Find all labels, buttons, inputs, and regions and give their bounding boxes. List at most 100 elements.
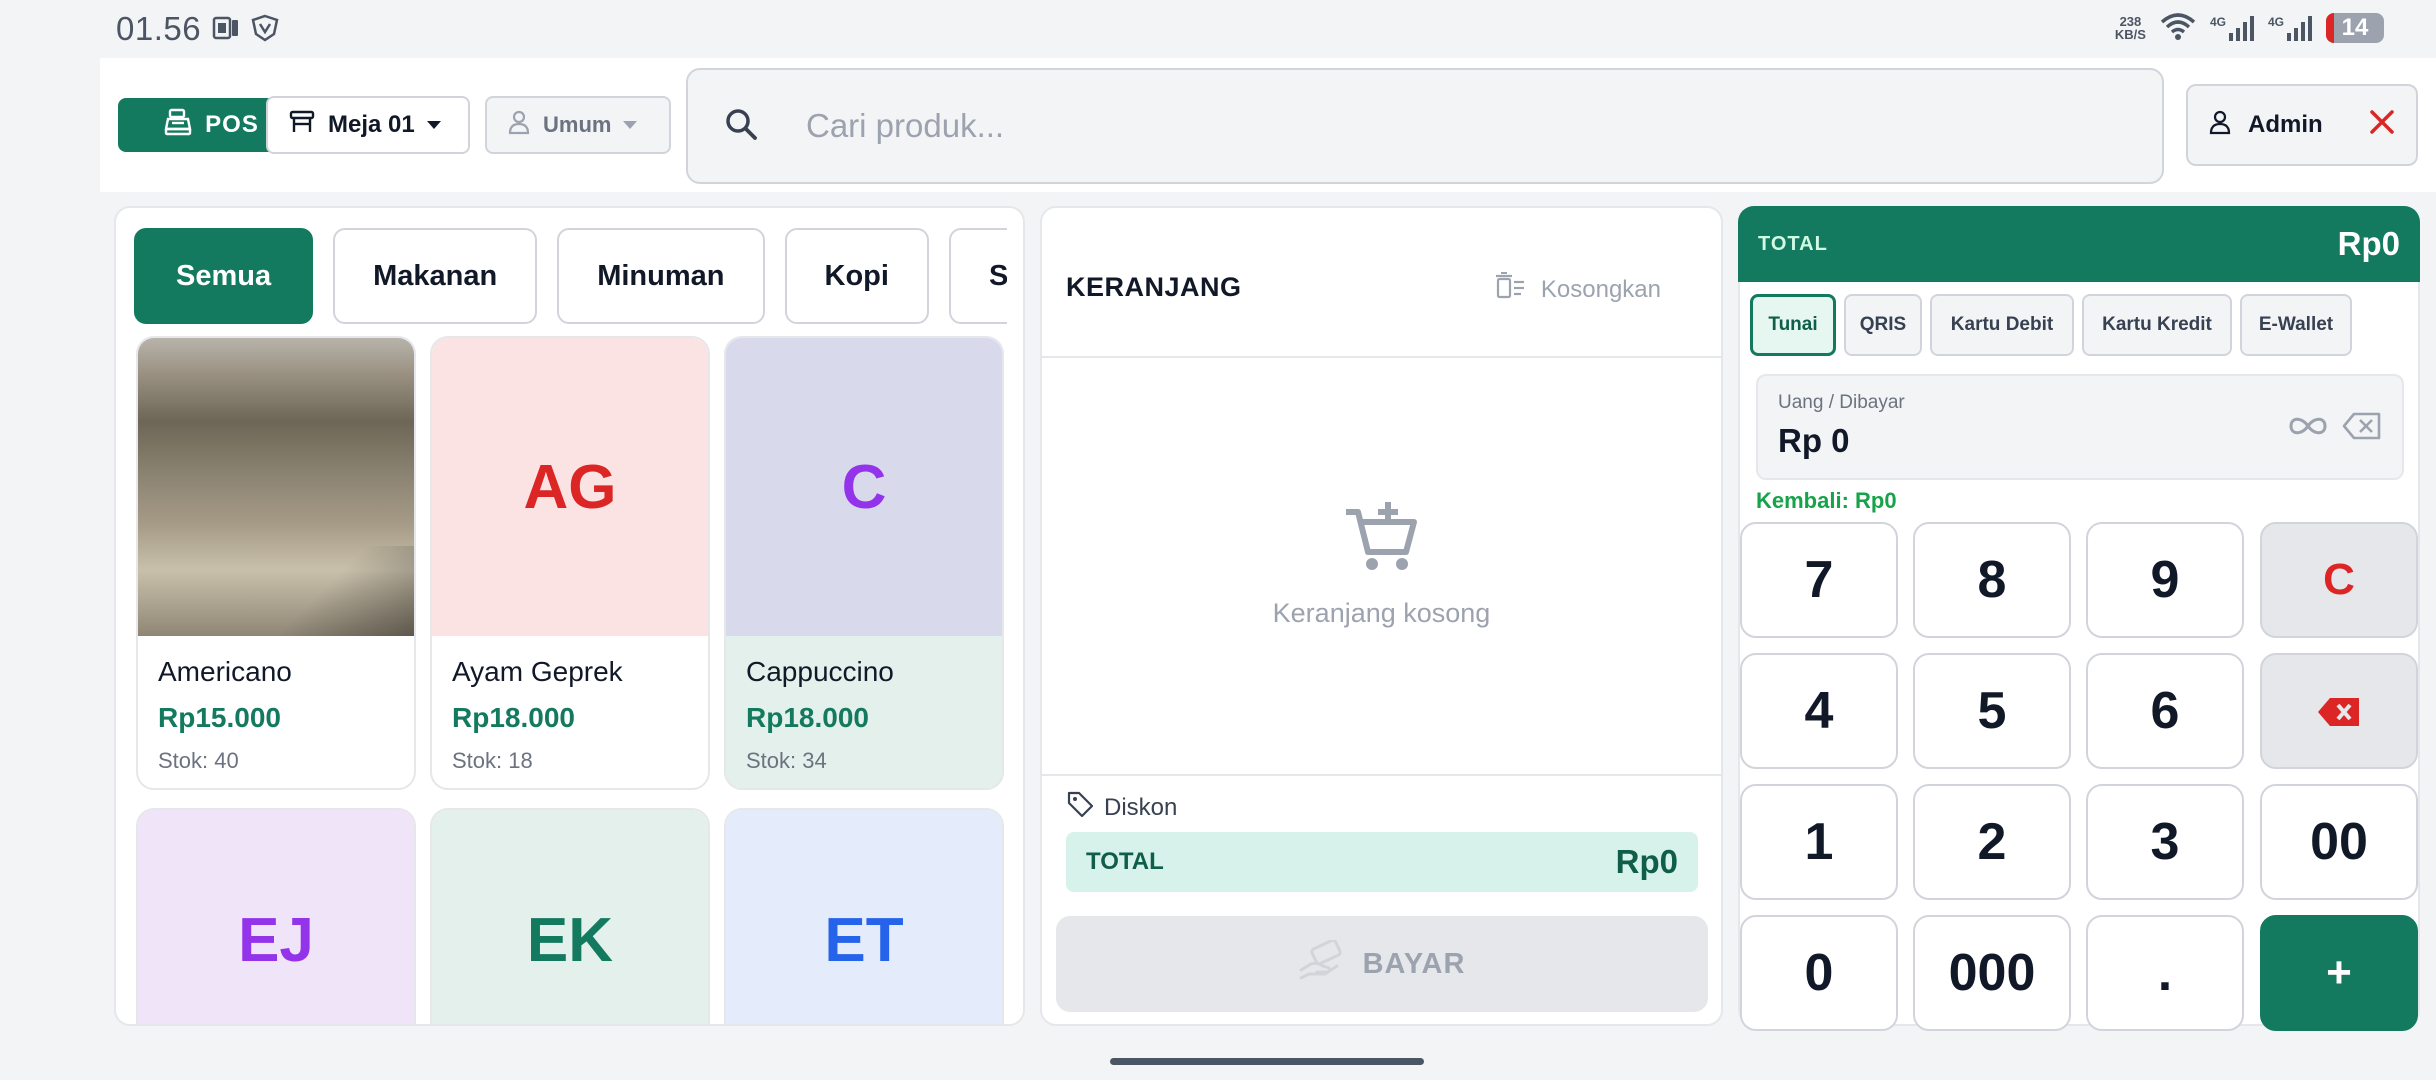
cart-total-bar: TOTAL Rp0	[1066, 832, 1698, 892]
backspace-icon[interactable]	[2342, 412, 2382, 445]
keypad-2[interactable]: 2	[1913, 784, 2071, 900]
status-time: 01.56	[116, 10, 202, 47]
top-header: POS Meja 01 Umum Admin	[100, 58, 2436, 192]
admin-label: Admin	[2248, 111, 2323, 138]
category-tab-minuman[interactable]: Minuman	[557, 228, 765, 324]
keypad-0[interactable]: 0	[1740, 915, 1898, 1031]
table-select[interactable]: Meja 01	[266, 96, 470, 154]
keypad-3[interactable]: 3	[2086, 784, 2244, 900]
add-to-cart-icon	[1042, 498, 1721, 578]
product-stock: Stok: 34	[746, 748, 827, 773]
product-card[interactable]: EJ	[136, 808, 416, 1024]
method-tunai[interactable]: Tunai	[1750, 294, 1836, 356]
table-icon	[288, 109, 316, 142]
product-initials: C	[726, 338, 1002, 636]
method-kartu-debit[interactable]: Kartu Debit	[1930, 294, 2074, 356]
home-indicator[interactable]	[1110, 1058, 1424, 1065]
products-panel: Semua Makanan Minuman Kopi Snack America…	[114, 206, 1025, 1026]
method-qris[interactable]: QRIS	[1844, 294, 1922, 356]
clear-cart-button[interactable]: Kosongkan	[1495, 272, 1661, 307]
method-e-wallet[interactable]: E-Wallet	[2240, 294, 2352, 356]
product-name: Ayam Geprek	[452, 656, 623, 687]
status-bar: 01.56 238 KB/S 4G 4G 14	[0, 0, 2436, 56]
table-label: Meja 01	[328, 111, 415, 138]
change-text: Kembali: Rp0	[1756, 488, 1897, 513]
product-stock: Stok: 18	[452, 748, 533, 773]
keypad-1[interactable]: 1	[1740, 784, 1898, 900]
keypad-8[interactable]: 8	[1913, 522, 2071, 638]
clear-cart-label: Kosongkan	[1540, 275, 1661, 303]
cash-register-icon	[163, 107, 193, 144]
clear-list-icon	[1495, 272, 1525, 307]
customer-select[interactable]: Umum	[485, 96, 671, 154]
empty-cart-state: Keranjang kosong	[1042, 498, 1721, 629]
wifi-icon	[2160, 12, 2196, 45]
product-initials: AG	[432, 338, 708, 636]
user-icon	[507, 109, 531, 141]
cell-signal-2: 4G	[2268, 15, 2312, 41]
payment-method-tabs: Tunai QRIS Kartu Debit Kartu Kredit E-Wa…	[1750, 294, 2352, 356]
product-card[interactable]: Americano Rp15.000 Stok: 40	[136, 336, 416, 790]
battery-icon: 14	[2326, 13, 2384, 43]
product-initials: EJ	[138, 810, 414, 1024]
discount-label: Diskon	[1104, 793, 1178, 821]
category-tab-semua[interactable]: Semua	[134, 228, 314, 324]
keypad-4[interactable]: 4	[1740, 653, 1898, 769]
keypad-plus[interactable]: +	[2260, 915, 2418, 1031]
keypad-clear[interactable]: C	[2260, 522, 2418, 638]
payment-total-value: Rp0	[2337, 225, 2400, 262]
pay-label: BAYAR	[1362, 947, 1466, 980]
close-icon[interactable]	[2368, 108, 2396, 143]
product-price: Rp15.000	[158, 702, 281, 733]
keypad-decimal[interactable]: .	[2086, 915, 2244, 1031]
backspace-icon	[2316, 681, 2362, 741]
product-card[interactable]: ET	[724, 808, 1004, 1024]
tag-icon	[1066, 790, 1094, 825]
pay-button[interactable]: BAYAR	[1056, 916, 1708, 1012]
admin-button[interactable]: Admin	[2186, 84, 2418, 166]
keypad-6[interactable]: 6	[2086, 653, 2244, 769]
payment-total-label: TOTAL	[1758, 232, 1828, 255]
search-input[interactable]	[806, 107, 2106, 145]
discount-button[interactable]: Diskon	[1066, 790, 1177, 825]
product-price: Rp18.000	[746, 702, 869, 733]
product-card[interactable]: EK	[430, 808, 710, 1024]
signal-bars-icon	[2228, 15, 2254, 41]
signal-bars-icon	[2287, 15, 2312, 41]
payment-total-bar: TOTAL Rp0	[1738, 206, 2420, 282]
product-card[interactable]: C Cappuccino Rp18.000 Stok: 34	[724, 336, 1004, 790]
user-icon	[2208, 109, 2232, 142]
product-stock: Stok: 40	[158, 748, 239, 773]
cell-signal-1: 4G	[2210, 15, 2254, 41]
search-bar	[686, 68, 2164, 184]
keypad-00[interactable]: 00	[2260, 784, 2418, 900]
cart-title: KERANJANG	[1066, 272, 1242, 302]
cash-input-field[interactable]: Uang / Dibayar Rp 0	[1756, 374, 2404, 480]
search-icon	[724, 107, 758, 146]
app-notification-icon	[212, 14, 240, 47]
category-tabs: Semua Makanan Minuman Kopi Snack	[134, 228, 1007, 324]
payment-panel: TOTAL Rp0 Tunai QRIS Kartu Debit Kartu K…	[1738, 206, 2420, 1031]
keypad-backspace[interactable]	[2260, 653, 2418, 769]
cart-header: KERANJANG Kosongkan	[1042, 208, 1721, 358]
keypad-9[interactable]: 9	[2086, 522, 2244, 638]
cash-value: Rp 0	[1778, 422, 1850, 459]
customer-label: Umum	[543, 112, 612, 137]
method-kartu-kredit[interactable]: Kartu Kredit	[2082, 294, 2232, 356]
product-card[interactable]: AG Ayam Geprek Rp18.000 Stok: 18	[430, 336, 710, 790]
cart-footer: Diskon TOTAL Rp0 BAYAR	[1042, 774, 1721, 1012]
keypad-5[interactable]: 5	[1913, 653, 2071, 769]
category-tab-makanan[interactable]: Makanan	[333, 228, 538, 324]
keypad-7[interactable]: 7	[1740, 522, 1898, 638]
category-tab-snack[interactable]: Snack	[948, 228, 1007, 324]
payment-body: Tunai QRIS Kartu Debit Kartu Kredit E-Wa…	[1738, 282, 2420, 1031]
product-image	[138, 338, 414, 636]
keypad-000[interactable]: 000	[1913, 915, 2071, 1031]
product-price: Rp18.000	[452, 702, 575, 733]
cart-total-label: TOTAL	[1086, 848, 1164, 875]
empty-cart-text: Keranjang kosong	[1272, 598, 1491, 628]
category-tab-kopi[interactable]: Kopi	[784, 228, 929, 324]
pos-label: POS	[205, 111, 259, 138]
infinity-icon[interactable]	[2288, 415, 2328, 442]
payment-hand-icon	[1299, 938, 1343, 988]
